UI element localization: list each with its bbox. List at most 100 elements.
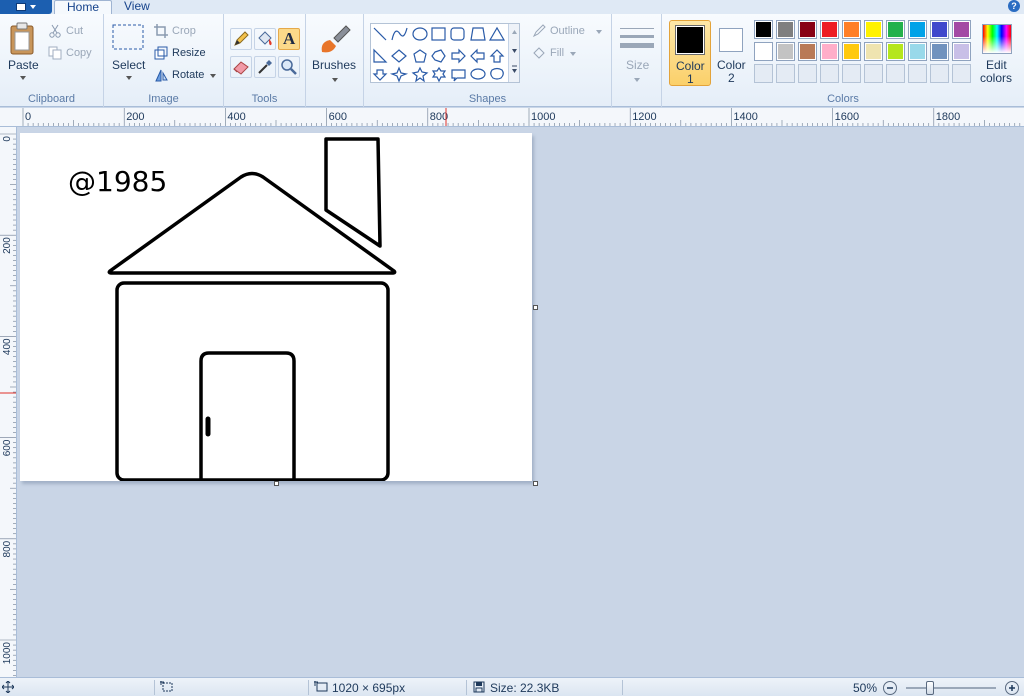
chevron-down-icon — [20, 76, 26, 80]
rotate-label: Rotate — [172, 69, 205, 81]
ruler-label: 200 — [126, 111, 144, 123]
status-separator — [466, 680, 467, 695]
copy-icon — [48, 46, 62, 60]
palette-swatch[interactable] — [930, 42, 949, 61]
palette-swatch[interactable] — [864, 20, 883, 39]
color2-button[interactable]: Color 2 — [713, 20, 753, 86]
color1-button[interactable]: Color 1 — [669, 20, 711, 86]
palette-swatch[interactable] — [754, 42, 773, 61]
file-size: Size: 22.3KB — [490, 681, 560, 695]
edit-colors-button[interactable]: Edit colors — [976, 20, 1020, 86]
palette-swatch[interactable] — [820, 20, 839, 39]
ruler-label: 800 — [2, 540, 13, 557]
canvas-size-icon — [314, 681, 328, 692]
scissors-icon — [49, 24, 61, 38]
paint-menu-button[interactable] — [0, 0, 52, 14]
cut-label: Cut — [66, 25, 84, 37]
palette-swatch[interactable] — [930, 20, 949, 39]
resize-icon — [154, 46, 168, 60]
palette-swatch-fill — [822, 22, 837, 37]
palette-swatch[interactable] — [864, 42, 883, 61]
palette-swatch[interactable] — [952, 42, 971, 61]
outline-button[interactable]: Outline — [532, 24, 608, 40]
custom-color-slot[interactable] — [754, 64, 773, 83]
ruler-label: 1000 — [531, 111, 555, 123]
size-button[interactable]: Size — [616, 22, 658, 88]
zoom-slider[interactable] — [906, 681, 996, 695]
help-icon[interactable]: ? — [1008, 0, 1020, 12]
palette-swatch[interactable] — [952, 20, 971, 39]
text-tool-button[interactable]: A — [278, 28, 300, 50]
custom-color-slot[interactable] — [886, 64, 905, 83]
palette-swatch[interactable] — [908, 42, 927, 61]
resize-handle-right[interactable] — [533, 305, 538, 310]
resize-handle-corner[interactable] — [533, 481, 538, 486]
custom-color-slot[interactable] — [930, 64, 949, 83]
cut-button[interactable]: Cut — [48, 24, 100, 40]
pencil-tool-button[interactable] — [230, 28, 252, 50]
palette-swatch[interactable] — [842, 42, 861, 61]
tools-group-label: Tools — [251, 93, 278, 105]
chevron-down-icon — [596, 30, 602, 34]
palette-swatch-fill — [888, 44, 903, 59]
paste-button[interactable]: Paste — [4, 20, 42, 86]
color-picker-tool-button[interactable] — [254, 56, 276, 78]
shapes-scrollbar[interactable] — [508, 24, 519, 82]
palette-swatch[interactable] — [754, 20, 773, 39]
palette-swatch[interactable] — [798, 20, 817, 39]
custom-color-slot[interactable] — [776, 64, 795, 83]
copy-button[interactable]: Copy — [48, 46, 100, 62]
palette-swatch[interactable] — [798, 42, 817, 61]
resize-handle-bottom[interactable] — [274, 481, 279, 486]
fill-tool-button[interactable] — [254, 28, 276, 50]
custom-color-slot[interactable] — [864, 64, 883, 83]
palette-swatch[interactable] — [820, 42, 839, 61]
pencil-icon — [234, 31, 249, 46]
zoom-slider-thumb[interactable] — [926, 681, 934, 695]
chevron-down-icon — [126, 76, 132, 80]
custom-color-slot[interactable] — [798, 64, 817, 83]
palette-swatch[interactable] — [776, 20, 795, 39]
canvas-workspace[interactable]: @1985 — [17, 127, 1024, 677]
status-separator — [154, 680, 155, 695]
status-separator — [308, 680, 309, 695]
magnifier-tool-button[interactable] — [278, 56, 300, 78]
zoom-out-button[interactable] — [883, 681, 897, 695]
custom-color-slot[interactable] — [842, 64, 861, 83]
tab-home[interactable]: Home — [54, 0, 113, 14]
fill-button[interactable]: Fill — [532, 46, 608, 62]
resize-button[interactable]: Resize — [154, 46, 220, 62]
ruler-label: 600 — [2, 439, 13, 456]
edit-colors-label-line1: Edit — [986, 58, 1007, 72]
palette-swatch[interactable] — [886, 42, 905, 61]
color2-swatch — [719, 28, 743, 52]
select-button[interactable]: Select — [110, 22, 150, 86]
chevron-down-icon — [30, 5, 36, 9]
custom-color-slot[interactable] — [908, 64, 927, 83]
palette-swatch[interactable] — [842, 20, 861, 39]
palette-swatch[interactable] — [908, 20, 927, 39]
rotate-icon — [155, 69, 168, 82]
custom-color-slot[interactable] — [820, 64, 839, 83]
drawing-canvas[interactable]: @1985 — [20, 133, 532, 481]
eraser-tool-button[interactable] — [230, 56, 252, 78]
palette-swatch[interactable] — [776, 42, 795, 61]
shapes-group-label: Shapes — [468, 93, 507, 105]
tab-view[interactable]: View — [112, 0, 162, 14]
ruler-label: 1000 — [2, 642, 13, 665]
zoom-in-button[interactable] — [1005, 681, 1019, 695]
custom-color-slot[interactable] — [952, 64, 971, 83]
crop-button[interactable]: Crop — [154, 24, 220, 40]
image-group-label: Image — [148, 93, 179, 105]
color1-swatch — [675, 25, 705, 55]
ruler-label: 0 — [2, 136, 13, 142]
colors-group-label: Colors — [827, 93, 859, 105]
rotate-button[interactable]: Rotate — [154, 68, 220, 84]
tools-group: A Tools — [224, 14, 306, 107]
brushes-button[interactable]: Brushes — [310, 22, 360, 88]
palette-swatch-fill — [910, 22, 925, 37]
palette-swatch[interactable] — [886, 20, 905, 39]
fill-bucket-icon — [533, 47, 545, 59]
shapes-gallery[interactable] — [370, 23, 520, 83]
select-label: Select — [112, 58, 146, 72]
